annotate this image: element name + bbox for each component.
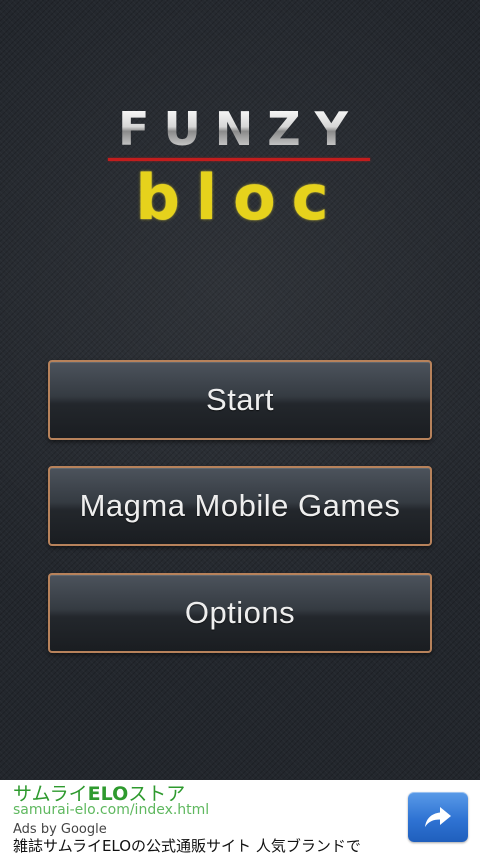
magma-mobile-games-button[interactable]: Magma Mobile Games [48,466,432,546]
game-logo: FUNZY bloc [100,100,380,240]
ad-provider-label: Ads by Google [13,822,107,837]
options-button[interactable]: Options [48,573,432,653]
ad-go-button[interactable] [408,792,468,842]
logo-title-bloc: bloc [135,161,345,234]
ad-url[interactable]: samurai-elo.com/index.html [13,801,209,819]
options-button-label: Options [184,595,296,630]
start-button[interactable]: Start [48,360,432,440]
main-menu-screen: FUNZY bloc Start Magma Mobile Games Opti… [0,0,480,780]
ad-description: 雑誌サムライELOの公式通販サイト 人気ブランドで [13,837,361,854]
logo-title-funzy: FUNZY [106,106,374,152]
start-button-label: Start [206,382,274,417]
magma-mobile-games-button-label: Magma Mobile Games [79,488,401,523]
share-arrow-icon [425,807,451,827]
